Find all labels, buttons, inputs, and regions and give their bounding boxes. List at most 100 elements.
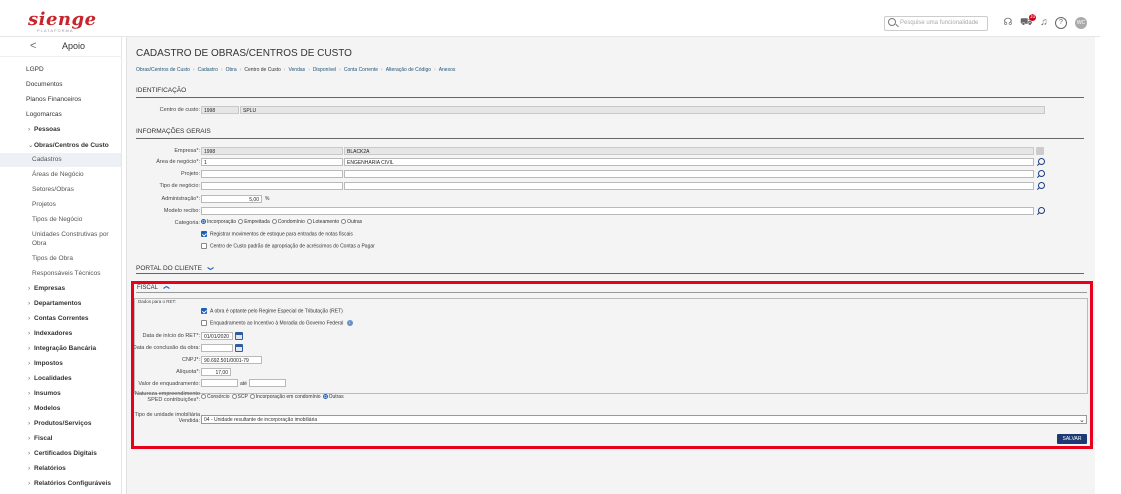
area-code-field[interactable]: 1 bbox=[201, 158, 343, 166]
sidebar-group[interactable]: › Fiscal bbox=[28, 435, 52, 442]
acrescimos-check-row[interactable]: Centro de Custo padrão de apropriação de… bbox=[201, 242, 375, 249]
enquadramento-max-field[interactable] bbox=[249, 379, 286, 387]
sidebar-group[interactable]: › Departamentos bbox=[28, 300, 81, 307]
ret-check-row[interactable]: A obra é optante pelo Regime Especial de… bbox=[201, 307, 343, 314]
tipo-negocio-name-field[interactable] bbox=[344, 182, 1034, 190]
empresa-code-field[interactable]: 1998 bbox=[201, 147, 343, 155]
calendar-icon[interactable] bbox=[235, 344, 243, 352]
categoria-option[interactable]: Condomínio bbox=[271, 218, 305, 225]
sidebar-group[interactable]: › Empresas bbox=[28, 285, 65, 292]
collapse-icon[interactable]: ❯ bbox=[163, 285, 170, 290]
sidebar-group[interactable]: › Integração Bancária bbox=[28, 345, 96, 352]
cc-code-field[interactable]: 1998 bbox=[201, 106, 239, 114]
modelo-lookup-icon[interactable] bbox=[1038, 207, 1045, 214]
natureza-option[interactable]: Outras bbox=[322, 393, 344, 400]
aliquota-field[interactable]: 17,00 bbox=[201, 368, 231, 376]
save-button[interactable]: SALVAR bbox=[1057, 434, 1087, 444]
breadcrumb-link[interactable]: Alteração de Código bbox=[386, 67, 431, 73]
cnpj-field[interactable]: 90.692.501/0001-79 bbox=[201, 356, 262, 364]
sidebar-subitem[interactable]: Obra bbox=[32, 240, 46, 247]
sidebar-group[interactable]: › Indexadores bbox=[28, 330, 72, 337]
avatar[interactable]: WC bbox=[1075, 17, 1087, 29]
sidebar-subitem[interactable]: Setores/Obras bbox=[32, 186, 74, 193]
empresa-name-field[interactable]: BLACK2A bbox=[344, 147, 1034, 155]
breadcrumb-link[interactable]: Cadastro bbox=[198, 67, 218, 73]
categoria-option[interactable]: Empreitada bbox=[238, 218, 270, 225]
chevron-down-icon[interactable]: ⌄ bbox=[1079, 416, 1085, 424]
breadcrumb-link[interactable]: Centro de Custo bbox=[244, 67, 280, 73]
natureza-option[interactable]: Incorporação em condomínio bbox=[249, 393, 321, 400]
breadcrumb-link[interactable]: Vendas bbox=[288, 67, 305, 73]
sidebar-group[interactable]: › Relatórios bbox=[28, 465, 66, 472]
categoria-radio[interactable] bbox=[271, 218, 277, 224]
sidebar-subitem[interactable]: Projetos bbox=[32, 201, 56, 208]
projeto-lookup-icon[interactable] bbox=[1038, 170, 1045, 177]
categoria-radio[interactable] bbox=[238, 218, 244, 224]
sidebar-group[interactable]: › Insumos bbox=[28, 390, 61, 397]
calendar-icon[interactable] bbox=[235, 332, 243, 340]
tipo-negocio-code-field[interactable] bbox=[201, 182, 343, 190]
sidebar-subitem[interactable]: Unidades Construtivas por bbox=[32, 231, 109, 238]
bell-icon[interactable]: ♫ bbox=[1038, 17, 1050, 29]
natureza-radio[interactable] bbox=[231, 393, 237, 399]
projeto-name-field[interactable] bbox=[344, 170, 1034, 178]
back-icon[interactable]: < bbox=[30, 40, 36, 52]
headset-icon[interactable]: ☊ bbox=[1002, 17, 1014, 29]
search-input[interactable]: Pesquise uma funcionalidade bbox=[884, 16, 988, 31]
breadcrumb-link[interactable]: Anexos bbox=[439, 67, 456, 73]
projeto-code-field[interactable] bbox=[201, 170, 343, 178]
cc-name-field[interactable]: SPLU bbox=[240, 106, 1045, 114]
acrescimos-checkbox[interactable] bbox=[201, 242, 207, 249]
natureza-radio[interactable] bbox=[322, 393, 328, 399]
natureza-option[interactable]: Consórcio bbox=[201, 393, 230, 400]
area-name-field[interactable]: ENGENHARIA CIVIL bbox=[344, 158, 1034, 166]
breadcrumb-link[interactable]: Obras/Centros de Custo bbox=[136, 67, 190, 73]
categoria-radio[interactable] bbox=[201, 218, 206, 224]
natureza-radio[interactable] bbox=[201, 393, 206, 399]
area-lookup-icon[interactable] bbox=[1038, 158, 1045, 165]
breadcrumb-link[interactable]: Conta Corrente bbox=[344, 67, 378, 73]
categoria-radio[interactable] bbox=[306, 218, 312, 224]
section-portal-cliente[interactable]: PORTAL DO CLIENTE ❯ bbox=[136, 265, 213, 272]
help-icon[interactable]: ? bbox=[1055, 17, 1067, 29]
sidebar-subitem[interactable]: Tipos de Negócio bbox=[32, 216, 82, 223]
sidebar-subitem[interactable]: Áreas de Negócio bbox=[32, 171, 84, 178]
sidebar-group[interactable]: › Localidades bbox=[28, 375, 72, 382]
sienge-logo[interactable]: sienge bbox=[28, 9, 97, 30]
enquadramento-min-field[interactable] bbox=[201, 379, 238, 387]
conclusao-date-field[interactable] bbox=[201, 344, 233, 352]
natureza-option[interactable]: SCP bbox=[231, 393, 248, 400]
sidebar-subitem[interactable]: Tipos de Obra bbox=[32, 255, 73, 262]
categoria-radio[interactable] bbox=[341, 218, 347, 224]
moradia-check-row[interactable]: Enquadramento ao Incentivo à Moradia do … bbox=[201, 319, 353, 327]
info-icon[interactable]: i bbox=[346, 320, 353, 327]
sidebar-group-open[interactable]: ⌄Obras/Centros de Custo bbox=[28, 141, 109, 149]
sidebar-subitem[interactable]: Responsáveis Técnicos bbox=[32, 270, 101, 277]
breadcrumb-link[interactable]: Obra bbox=[226, 67, 237, 73]
categoria-option[interactable]: Outras bbox=[341, 218, 362, 225]
sidebar-group[interactable]: › Certificados Digitais bbox=[28, 450, 97, 457]
sidebar-group[interactable]: › Pessoas bbox=[28, 126, 60, 133]
modelo-field[interactable] bbox=[201, 207, 1034, 215]
sidebar-item[interactable]: Planos Financeiros bbox=[26, 96, 81, 103]
natureza-radio[interactable] bbox=[249, 393, 255, 399]
sidebar-group[interactable]: › Modelos bbox=[28, 405, 60, 412]
categoria-option[interactable]: Loteamento bbox=[306, 218, 339, 225]
sidebar-group[interactable]: › Impostos bbox=[28, 360, 63, 367]
sidebar-group[interactable]: › Produtos/Serviços bbox=[28, 420, 91, 427]
breadcrumb-link[interactable]: Disponível bbox=[313, 67, 336, 73]
tipo-unidade-select[interactable]: 04 - Unidade resultante de incorporação … bbox=[201, 415, 1087, 424]
inicio-date-field[interactable]: 01/01/2020 bbox=[201, 332, 233, 340]
ret-checkbox[interactable] bbox=[201, 307, 207, 314]
section-fiscal[interactable]: FISCAL ❯ bbox=[137, 284, 170, 291]
sidebar-group[interactable]: › Relatórios Configuráveis bbox=[28, 480, 111, 487]
moradia-checkbox[interactable] bbox=[201, 319, 207, 326]
estoque-check-row[interactable]: Registrar movimentos de estoque para ent… bbox=[201, 230, 353, 237]
expand-icon[interactable]: ❯ bbox=[207, 266, 214, 271]
sidebar-group[interactable]: › Contas Correntes bbox=[28, 315, 89, 322]
categoria-option[interactable]: Incorporação bbox=[201, 218, 236, 225]
tipo-negocio-lookup-icon[interactable] bbox=[1038, 182, 1045, 189]
sidebar-subitem[interactable]: Cadastros bbox=[32, 156, 62, 163]
estoque-checkbox[interactable] bbox=[201, 230, 207, 237]
sidebar-item[interactable]: LGPD bbox=[26, 66, 44, 73]
